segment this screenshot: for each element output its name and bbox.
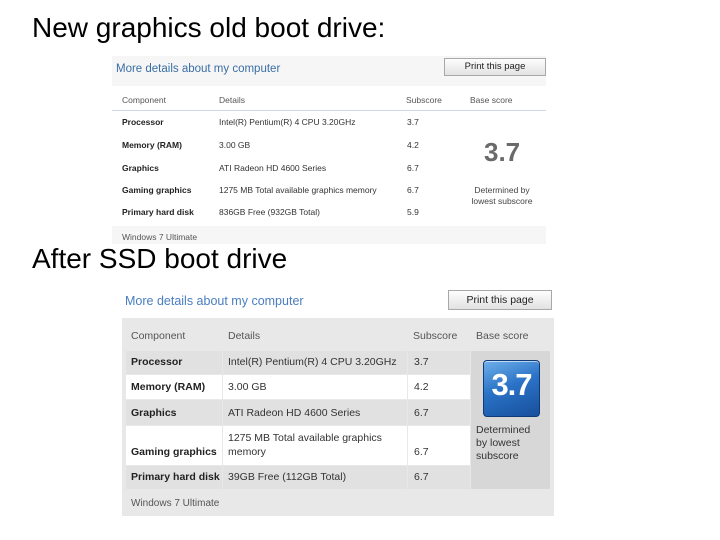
column-header-details: Details	[228, 330, 261, 342]
details-gaming-graphics: 1275 MB Total available graphics memory	[219, 185, 377, 195]
component-graphics: Graphics	[122, 163, 159, 173]
details-memory: 3.00 GB	[228, 381, 267, 393]
component-memory: Memory (RAM)	[131, 381, 206, 393]
details-graphics: ATI Radeon HD 4600 Series	[219, 163, 327, 173]
component-graphics: Graphics	[131, 407, 177, 419]
details-memory: 3.00 GB	[219, 140, 251, 150]
subscore-processor: 3.7	[414, 356, 429, 368]
subscore-gaming-graphics: 6.7	[414, 446, 429, 458]
base-score-note: Determined by lowest subscore	[471, 185, 533, 206]
details-primary-hard-disk: 39GB Free (112GB Total)	[228, 471, 347, 483]
column-header-base-score: Base score	[470, 95, 513, 105]
panel-title: More details about my computer	[125, 294, 304, 308]
component-gaming-graphics: Gaming graphics	[122, 185, 192, 195]
component-memory: Memory (RAM)	[122, 140, 182, 150]
column-header-subscore: Subscore	[413, 330, 458, 342]
print-page-button[interactable]: Print this page	[444, 58, 546, 76]
heading-after: After SSD boot drive	[32, 243, 288, 274]
details-gaming-graphics-line1: 1275 MB Total available graphics	[228, 432, 382, 444]
base-score-value: 3.7	[484, 137, 521, 167]
subscore-graphics: 6.7	[414, 407, 429, 419]
column-header-details: Details	[219, 95, 245, 105]
details-processor: Intel(R) Pentium(R) 4 CPU 3.20GHz	[228, 356, 397, 368]
subscore-primary-hard-disk: 6.7	[414, 471, 429, 483]
subscore-gaming-graphics: 6.7	[407, 185, 419, 195]
subscore-memory: 4.2	[414, 381, 429, 393]
column-header-component: Component	[131, 330, 186, 342]
column-header-component: Component	[122, 95, 166, 105]
panel-title: More details about my computer	[116, 63, 281, 75]
subscore-graphics: 6.7	[407, 163, 419, 173]
component-primary-hard-disk: Primary hard disk	[131, 471, 220, 483]
subscore-memory: 4.2	[407, 140, 419, 150]
component-processor: Processor	[122, 117, 164, 127]
subscore-primary-hard-disk: 5.9	[407, 207, 419, 217]
wei-details-panel-old: More details about my computer Print thi…	[112, 56, 546, 244]
details-processor: Intel(R) Pentium(R) 4 CPU 3.20GHz	[219, 117, 356, 127]
column-header-subscore: Subscore	[406, 95, 442, 105]
wei-details-panel-new: More details about my computer Print thi…	[122, 288, 554, 516]
heading-before: New graphics old boot drive:	[32, 12, 386, 43]
header-divider	[112, 110, 546, 111]
component-processor: Processor	[131, 356, 183, 368]
component-primary-hard-disk: Primary hard disk	[122, 207, 194, 217]
subscore-processor: 3.7	[407, 117, 419, 127]
details-primary-hard-disk: 836GB Free (932GB Total)	[219, 207, 320, 217]
os-edition: Windows 7 Ultimate	[131, 498, 220, 509]
base-score-badge: 3.7	[483, 360, 540, 417]
column-header-base-score: Base score	[476, 330, 529, 342]
base-score-value: 3.7	[491, 367, 532, 402]
details-graphics: ATI Radeon HD 4600 Series	[228, 407, 361, 419]
component-gaming-graphics: Gaming graphics	[131, 446, 217, 458]
details-gaming-graphics-line2: memory	[228, 446, 266, 458]
print-page-button[interactable]: Print this page	[448, 290, 552, 310]
os-edition: Windows 7 Ultimate	[122, 232, 198, 242]
base-score-note: Determined by lowest subscore	[476, 424, 531, 462]
